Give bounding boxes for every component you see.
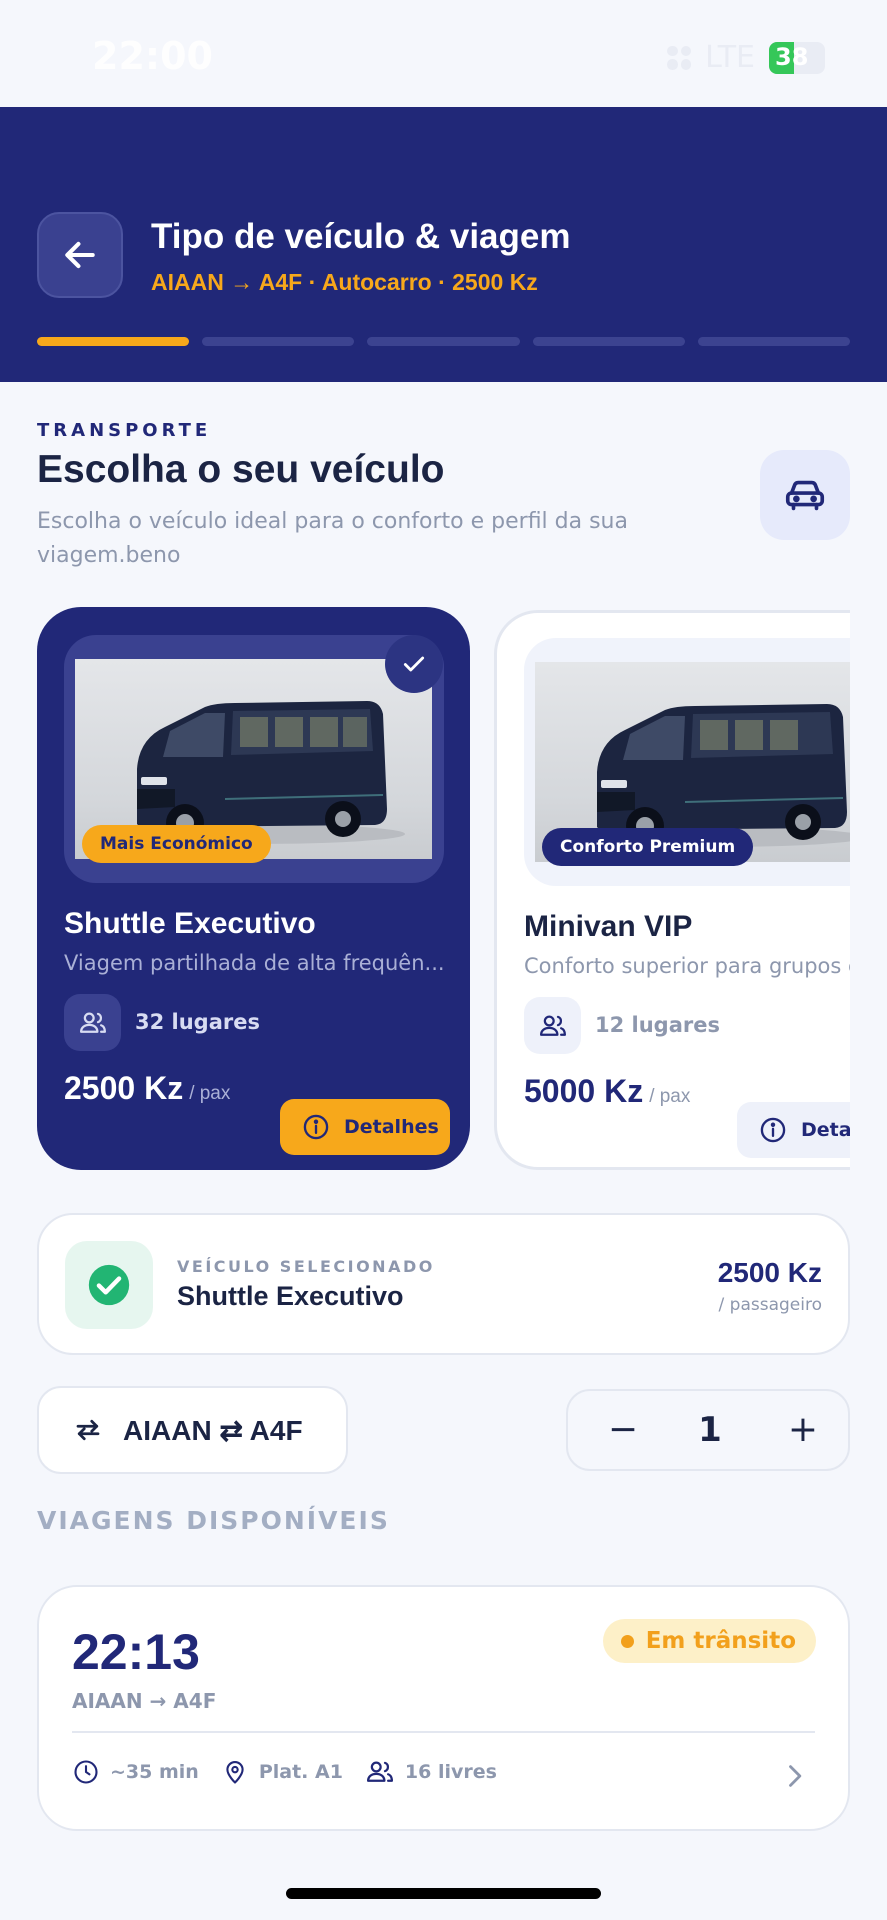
passenger-count: 1 — [698, 1410, 722, 1450]
vehicle-carousel[interactable]: Mais Económico Shuttle Executivo Viagem … — [37, 607, 850, 1172]
trip-meta: ~35 min Plat. A1 16 livres — [72, 1757, 497, 1787]
info-icon — [303, 1114, 329, 1140]
details-button[interactable]: Detal — [737, 1102, 850, 1158]
battery-level: 38 — [775, 42, 809, 71]
details-label: Detal — [801, 1119, 850, 1141]
users-icon — [524, 997, 581, 1054]
trip-card[interactable]: 22:13 AIAAN → A4F Em trânsito ~35 min Pl… — [37, 1585, 850, 1831]
vehicle-card-shuttle[interactable]: Mais Económico Shuttle Executivo Viagem … — [37, 607, 470, 1170]
trip-duration-item: ~35 min — [72, 1758, 199, 1786]
route-from: AIAAN — [123, 1414, 212, 1446]
users-icon — [64, 994, 121, 1051]
details-button[interactable]: Detalhes — [280, 1099, 450, 1155]
summary-label: VEÍCULO SELECIONADO — [177, 1257, 435, 1276]
home-indicator — [286, 1888, 601, 1899]
page-subtitle: AIAAN → A4F · Autocarro · 2500 Kz — [151, 269, 538, 295]
info-icon — [760, 1117, 786, 1143]
progress-step — [367, 337, 520, 346]
route-to: A4F — [249, 1414, 303, 1446]
vehicle-card-minivan[interactable]: Conforto Premium Minivan VIP Conforto su… — [494, 610, 850, 1170]
signal-icon — [667, 45, 692, 70]
section-eyebrow: TRANSPORTE — [37, 420, 212, 441]
vehicle-price-value: 5000 Kz — [524, 1073, 644, 1109]
passenger-stepper: − 1 + — [566, 1389, 850, 1471]
vehicle-price: 5000 Kz / pax — [524, 1073, 690, 1110]
trip-free-seats: 16 livres — [404, 1761, 497, 1783]
vehicle-description: Conforto superior para grupos e — [524, 954, 850, 978]
status-time: 22:00 — [92, 34, 213, 78]
chevron-right-icon — [789, 1765, 802, 1787]
progress-step — [697, 337, 851, 346]
location-pin-icon — [226, 1761, 244, 1784]
route-swap-button[interactable]: AIAAN ⇄ A4F — [37, 1386, 348, 1474]
trip-route: AIAAN → A4F — [72, 1689, 217, 1713]
selected-check-icon — [385, 635, 443, 693]
users-icon — [366, 1761, 393, 1782]
vehicle-description: Viagem partilhada de alta frequên... — [64, 951, 445, 975]
section-title: Escolha o seu veículo — [37, 448, 445, 491]
trips-section-title: VIAGENS DISPONÍVEIS — [37, 1506, 390, 1535]
summary-price-unit: / passageiro — [718, 1295, 822, 1315]
vehicle-type-button[interactable] — [760, 450, 850, 540]
swap-icon — [76, 1419, 100, 1441]
trip-seats-item: 16 livres — [365, 1757, 497, 1787]
network-type: LTE — [705, 40, 755, 75]
progress-step — [532, 337, 685, 346]
status-bar: 22:00 LTE 38 — [0, 0, 887, 107]
vehicle-name: Shuttle Executivo — [64, 907, 316, 940]
status-dot — [620, 1634, 634, 1648]
vehicle-badge: Conforto Premium — [542, 828, 754, 866]
arrow-left-icon — [65, 241, 95, 269]
trip-platform-item: Plat. A1 — [221, 1758, 343, 1786]
divider — [72, 1731, 815, 1733]
increment-button[interactable]: + — [778, 1405, 828, 1455]
route-label: AIAAN ⇄ A4F — [123, 1414, 303, 1446]
vehicle-seats: 32 lugares — [135, 1010, 260, 1034]
trip-status-badge: Em trânsito — [602, 1619, 816, 1663]
summary-price: 2500 Kz — [717, 1257, 822, 1288]
status-icons: LTE 38 — [667, 40, 825, 75]
step-progress — [37, 337, 851, 346]
battery-icon: 38 — [769, 41, 825, 74]
vehicle-price-value: 2500 Kz — [64, 1070, 184, 1106]
summary-vehicle-name: Shuttle Executivo — [177, 1281, 404, 1311]
back-button[interactable] — [37, 212, 123, 298]
page-title: Tipo de veículo & viagem — [151, 217, 571, 256]
vehicle-badge: Mais Económico — [82, 825, 271, 863]
selected-vehicle-summary: VEÍCULO SELECIONADO Shuttle Executivo 25… — [37, 1213, 850, 1355]
vehicle-image-frame: Conforto Premium — [524, 638, 850, 886]
car-icon — [785, 480, 825, 511]
vehicle-price-unit: / pax — [189, 1083, 231, 1104]
clock-icon — [74, 1760, 98, 1784]
trip-duration: ~35 min — [110, 1761, 199, 1783]
section-description: Escolha o veículo ideal para o conforto … — [37, 509, 628, 568]
check-circle-icon — [65, 1241, 153, 1329]
vehicle-price-unit: / pax — [649, 1086, 691, 1107]
trip-status: Em trânsito — [645, 1628, 796, 1654]
details-label: Detalhes — [344, 1116, 439, 1138]
progress-step — [202, 337, 355, 346]
vehicle-name: Minivan VIP — [524, 910, 693, 943]
header: Tipo de veículo & viagem AIAAN → A4F · A… — [0, 107, 887, 382]
decrement-button[interactable]: − — [598, 1405, 648, 1455]
progress-step — [37, 337, 190, 346]
trip-time: 22:13 — [72, 1624, 200, 1680]
vehicle-seats: 12 lugares — [595, 1013, 720, 1037]
trip-platform: Plat. A1 — [258, 1761, 343, 1783]
vehicle-price: 2500 Kz / pax — [64, 1070, 230, 1107]
